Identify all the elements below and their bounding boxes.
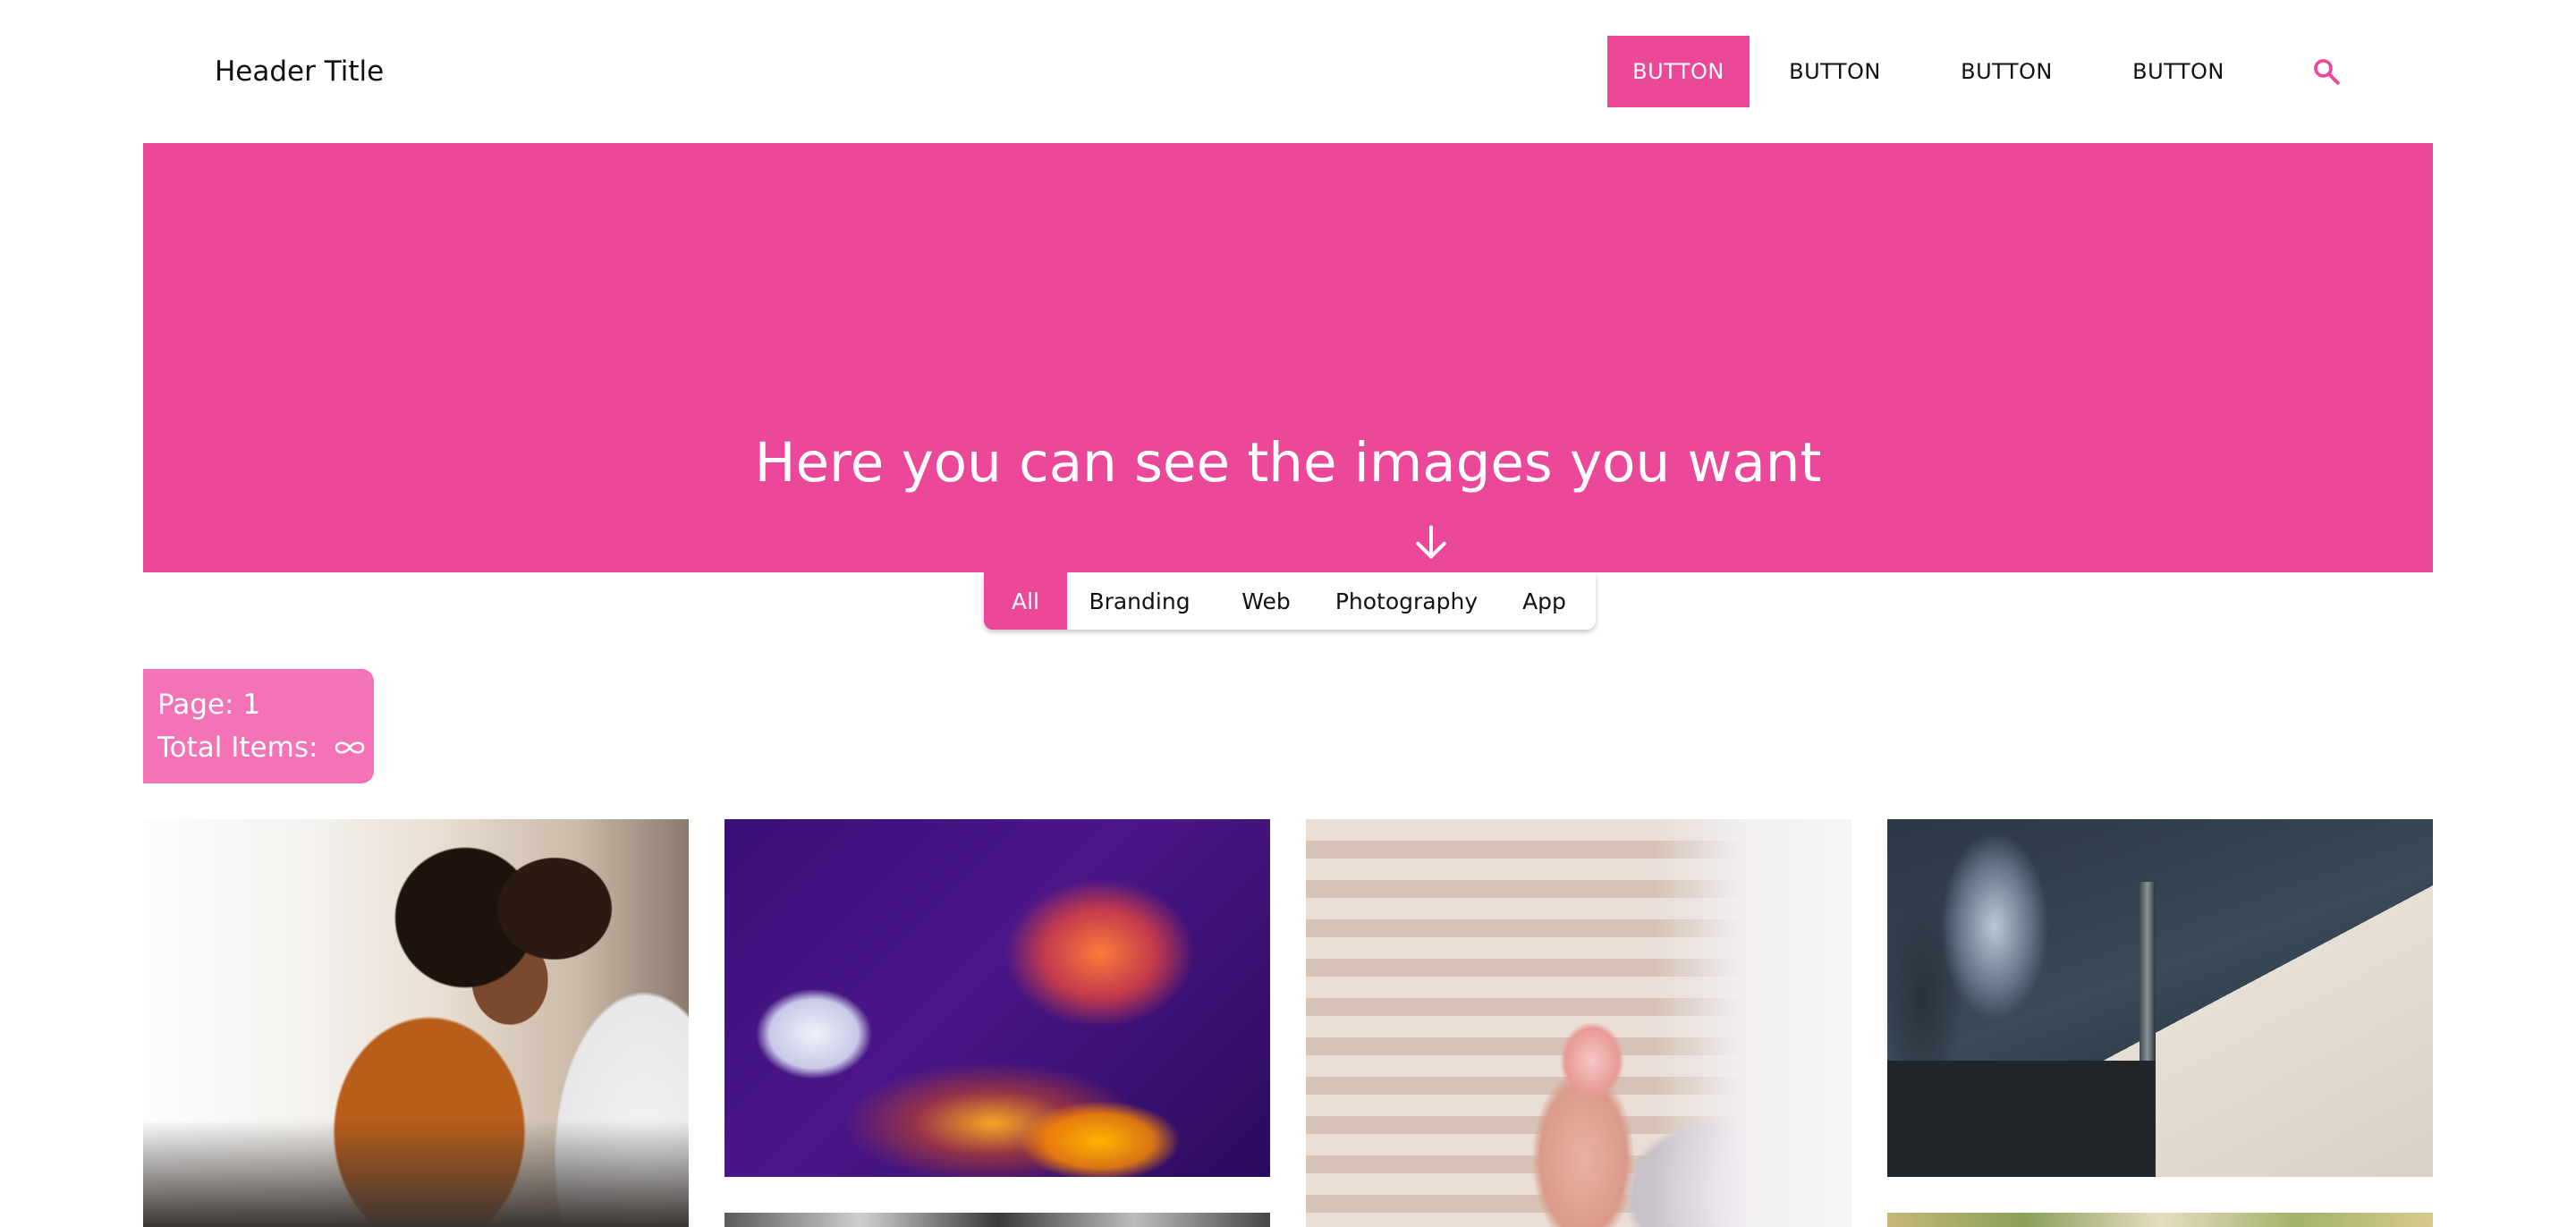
filter-tabs: All Branding Web Photography App <box>984 572 1596 630</box>
app-header: Header Title BUTTON BUTTON BUTTON BUTTON <box>0 0 2576 143</box>
nav-button-2[interactable]: BUTTON <box>1781 36 1889 107</box>
sign-pole <box>2140 882 2156 1150</box>
page-info-badge: Page: 1 Total Items: <box>143 669 374 783</box>
search-button[interactable] <box>2305 50 2348 93</box>
gallery-image-dj-neon[interactable] <box>724 819 1270 1177</box>
nav-button-4[interactable]: BUTTON <box>2124 36 2233 107</box>
top-nav: BUTTON BUTTON BUTTON BUTTON <box>1607 36 2233 107</box>
filter-tab-app[interactable]: App <box>1493 572 1596 630</box>
gallery-image-couple-cooking[interactable] <box>143 819 689 1227</box>
nav-button-3[interactable]: BUTTON <box>1953 36 2061 107</box>
search-icon <box>2314 59 2340 85</box>
arrow-down-icon[interactable] <box>1411 522 1451 562</box>
filter-tab-branding[interactable]: Branding <box>1067 572 1212 630</box>
gallery-image-holding-hands[interactable] <box>1306 819 1852 1227</box>
filter-tab-all[interactable]: All <box>984 572 1067 630</box>
nav-button-1[interactable]: BUTTON <box>1607 36 1750 107</box>
gallery-image-grayscale[interactable] <box>724 1213 1270 1227</box>
page-label: Page: 1 <box>157 689 261 721</box>
gallery-image-park[interactable] <box>1887 1213 2433 1227</box>
hero-banner: Here you can see the images you want <box>143 143 2433 572</box>
hero-title: Here you can see the images you want <box>754 431 1822 495</box>
filter-tab-photography[interactable]: Photography <box>1320 572 1493 630</box>
header-title: Header Title <box>215 55 385 88</box>
infinity-icon <box>335 741 365 754</box>
total-items-label: Total Items: <box>157 732 318 764</box>
filter-tab-web[interactable]: Web <box>1212 572 1320 630</box>
gallery-image-street-sign[interactable] <box>1887 819 2433 1177</box>
